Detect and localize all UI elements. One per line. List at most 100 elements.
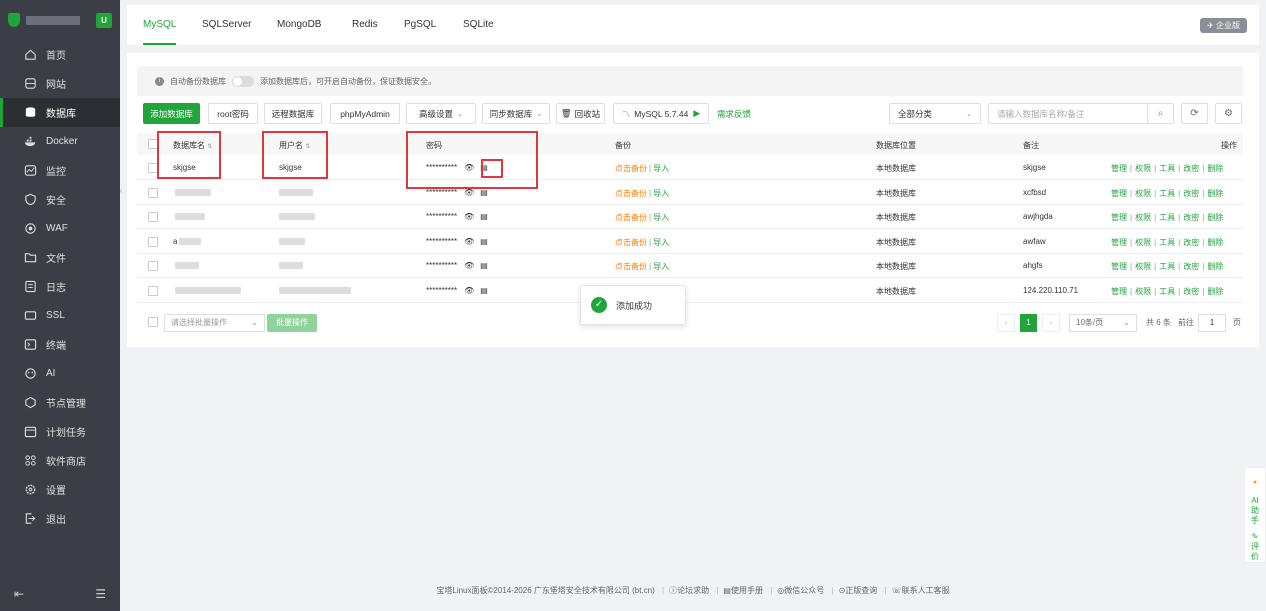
- copy-icon[interactable]: ▤: [480, 261, 488, 270]
- eye-icon[interactable]: 👁: [464, 286, 474, 295]
- action-manage[interactable]: 管理: [1111, 189, 1127, 198]
- search-input[interactable]: 请输入数据库名称/备注 ⌕: [988, 103, 1174, 124]
- sidebar-item-node[interactable]: 节点管理: [0, 388, 120, 417]
- rate-label-2[interactable]: 价: [1245, 552, 1265, 562]
- db-remark[interactable]: 124.220.110.71: [1023, 286, 1078, 295]
- sidebar-item-gear[interactable]: 设置: [0, 475, 120, 504]
- eye-icon[interactable]: 👁: [464, 237, 474, 246]
- sidebar-toggle-icon[interactable]: ‹: [120, 188, 124, 198]
- select-all-bottom-checkbox[interactable]: [148, 317, 158, 327]
- sidebar-item-database[interactable]: 数据库: [0, 98, 120, 127]
- sidebar-item-waf[interactable]: WAF: [0, 214, 120, 243]
- action-change-password[interactable]: 改密: [1183, 287, 1199, 296]
- table-row[interactable]: ********** 👁 ▤ 点击备份 | 导入 本地数据库 ahgfs 管理 | 权限 | 工具 | 改密…: [137, 254, 1243, 278]
- action-permission[interactable]: 权限: [1135, 262, 1151, 271]
- action-delete[interactable]: 删除: [1207, 262, 1223, 271]
- action-manage[interactable]: 管理: [1111, 238, 1127, 247]
- action-permission[interactable]: 权限: [1135, 213, 1151, 222]
- tab-mongodb[interactable]: MongoDB: [277, 5, 321, 45]
- menu-icon[interactable]: ☰: [95, 587, 106, 601]
- db-remark[interactable]: xcfbsd: [1023, 188, 1046, 197]
- sidebar-item-log[interactable]: 日志: [0, 272, 120, 301]
- tab-mysql[interactable]: MySQL: [143, 5, 177, 45]
- action-delete[interactable]: 删除: [1207, 238, 1223, 247]
- backup-link[interactable]: 点击备份: [615, 262, 647, 271]
- sidebar-item-folder[interactable]: 文件: [0, 243, 120, 272]
- page-size-select[interactable]: 10条/页 ⌄: [1069, 314, 1137, 332]
- search-icon[interactable]: ⌕: [1147, 104, 1173, 123]
- db-remark[interactable]: awjhgda: [1023, 212, 1053, 221]
- action-change-password[interactable]: 改密: [1183, 238, 1199, 247]
- feedback-link[interactable]: 需求反馈: [717, 108, 751, 120]
- sidebar-item-monitor[interactable]: 监控: [0, 156, 120, 185]
- footer-link-forum[interactable]: 论坛求助: [677, 586, 709, 595]
- tab-sqlserver[interactable]: SQLServer: [202, 5, 251, 45]
- footer-link-manual[interactable]: 使用手册: [731, 586, 763, 595]
- row-checkbox[interactable]: [148, 187, 158, 198]
- action-change-password[interactable]: 改密: [1183, 213, 1199, 222]
- add-database-button[interactable]: 添加数据库: [143, 103, 200, 124]
- action-change-password[interactable]: 改密: [1183, 262, 1199, 271]
- db-name[interactable]: a: [173, 237, 177, 246]
- footer-link-support[interactable]: 联系人工客服: [902, 586, 950, 595]
- page-number-current[interactable]: 1: [1020, 314, 1037, 332]
- mysql-version-button[interactable]: 〽 MySQL 5.7.44 ▶: [613, 103, 709, 124]
- sync-database-dropdown[interactable]: 同步数据库 ⌄: [482, 103, 550, 124]
- batch-operation-select[interactable]: 请选择批量操作 ⌄: [164, 314, 265, 332]
- rate-label-1[interactable]: 评: [1245, 542, 1265, 552]
- sidebar-item-calendar[interactable]: 计划任务: [0, 417, 120, 446]
- import-link[interactable]: 导入: [653, 189, 669, 198]
- action-permission[interactable]: 权限: [1135, 164, 1151, 173]
- backup-link[interactable]: 点击备份: [615, 164, 647, 173]
- settings-button[interactable]: ⚙: [1215, 103, 1242, 124]
- table-row[interactable]: ********** 👁 ▤ 点击备份 | 导入 本地数据库 xcfbsd 管理 | 权限 | 工具 | 改…: [137, 181, 1243, 205]
- advanced-settings-dropdown[interactable]: 高级设置 ⌄: [406, 103, 476, 124]
- next-page-button[interactable]: ›: [1042, 314, 1060, 332]
- action-manage[interactable]: 管理: [1111, 287, 1127, 296]
- row-checkbox[interactable]: [148, 236, 158, 247]
- row-checkbox[interactable]: [148, 285, 158, 296]
- remote-database-button[interactable]: 远程数据库: [264, 103, 322, 124]
- sidebar-item-ssl[interactable]: SSL: [0, 301, 120, 330]
- row-checkbox[interactable]: [148, 261, 158, 271]
- phpmyadmin-button[interactable]: phpMyAdmin: [330, 103, 400, 124]
- action-tools[interactable]: 工具: [1159, 238, 1175, 247]
- collapse-icon[interactable]: ⇤: [14, 587, 24, 601]
- sidebar-item-home[interactable]: 首页: [0, 40, 120, 69]
- tab-redis[interactable]: Redis: [352, 5, 378, 45]
- db-remark[interactable]: awfaw: [1023, 237, 1046, 246]
- eye-icon[interactable]: 👁: [464, 212, 474, 221]
- recycle-bin-button[interactable]: 🗑 回收站: [556, 103, 605, 124]
- action-permission[interactable]: 权限: [1135, 238, 1151, 247]
- sidebar-item-ai[interactable]: AI: [0, 359, 120, 388]
- footer-link-wechat[interactable]: 微信公众号: [784, 586, 824, 595]
- enterprise-badge[interactable]: ✈ 企业版: [1200, 18, 1247, 33]
- action-manage[interactable]: 管理: [1111, 213, 1127, 222]
- action-delete[interactable]: 删除: [1207, 213, 1223, 222]
- batch-operation-button[interactable]: 批量操作: [267, 314, 317, 332]
- goto-page-input[interactable]: 1: [1198, 314, 1226, 332]
- prev-page-button[interactable]: ‹: [997, 314, 1015, 332]
- db-remark[interactable]: skjgse: [1023, 163, 1046, 172]
- sidebar-item-terminal[interactable]: 终端: [0, 330, 120, 359]
- action-delete[interactable]: 删除: [1207, 287, 1223, 296]
- sidebar-item-globe[interactable]: 网站: [0, 69, 120, 98]
- table-row[interactable]: a ********** 👁 ▤ 点击备份 | 导入 本地数据库 awfaw 管理 | 权限 | 工具 | 改…: [137, 230, 1243, 254]
- sidebar-item-shield[interactable]: 安全: [0, 185, 120, 214]
- action-tools[interactable]: 工具: [1159, 287, 1175, 296]
- import-link[interactable]: 导入: [653, 213, 669, 222]
- auto-backup-toggle[interactable]: [232, 75, 254, 87]
- copy-icon[interactable]: ▤: [480, 212, 488, 221]
- user-badge[interactable]: U: [96, 12, 112, 28]
- action-tools[interactable]: 工具: [1159, 262, 1175, 271]
- table-row[interactable]: ********** 👁 ▤ 点击备份 | 导入 本地数据库 awjhgda 管理 | 权限 | 工具 |…: [137, 205, 1243, 229]
- table-row[interactable]: ********** 👁 ▤ 本地数据库 124.220.110.71 管理 | 权限 | 工具 |…: [137, 279, 1243, 303]
- action-permission[interactable]: 权限: [1135, 189, 1151, 198]
- import-link[interactable]: 导入: [653, 262, 669, 271]
- import-link[interactable]: 导入: [653, 164, 669, 173]
- ai-assistant-float[interactable]: ✦ AI 助 手 ✎ 评 价: [1244, 467, 1266, 563]
- root-password-button[interactable]: root密码: [208, 103, 258, 124]
- backup-link[interactable]: 点击备份: [615, 189, 647, 198]
- action-change-password[interactable]: 改密: [1183, 164, 1199, 173]
- sidebar-item-logout[interactable]: 退出: [0, 504, 120, 533]
